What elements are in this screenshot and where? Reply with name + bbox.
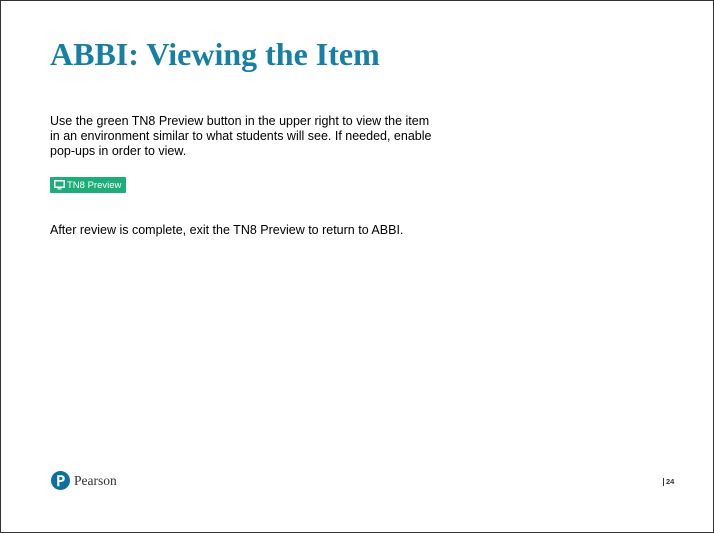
pearson-logo: Pearson	[51, 471, 117, 490]
instruction-text: Use the green TN8 Preview button in the …	[50, 114, 540, 159]
instruction-line: pop-ups in order to view.	[50, 144, 187, 158]
instruction-line: Use the green TN8 Preview button in the …	[50, 114, 430, 128]
slide-title: ABBI: Viewing the Item	[50, 36, 380, 72]
page-number: 24	[663, 477, 674, 486]
page-number-value: 24	[666, 477, 675, 486]
monitor-icon	[54, 180, 65, 190]
tn8-preview-button[interactable]: TN8 Preview	[50, 177, 127, 193]
slide: ABBI: Viewing the Item Use the green TN8…	[0, 0, 714, 533]
after-review-text: After review is complete, exit the TN8 P…	[50, 223, 404, 237]
instruction-line: in an environment similar to what studen…	[50, 129, 432, 143]
pearson-logo-text: Pearson	[74, 472, 117, 488]
page-number-divider	[663, 477, 664, 486]
tn8-preview-label: TN8 Preview	[67, 179, 122, 191]
pearson-logo-icon	[51, 471, 70, 490]
